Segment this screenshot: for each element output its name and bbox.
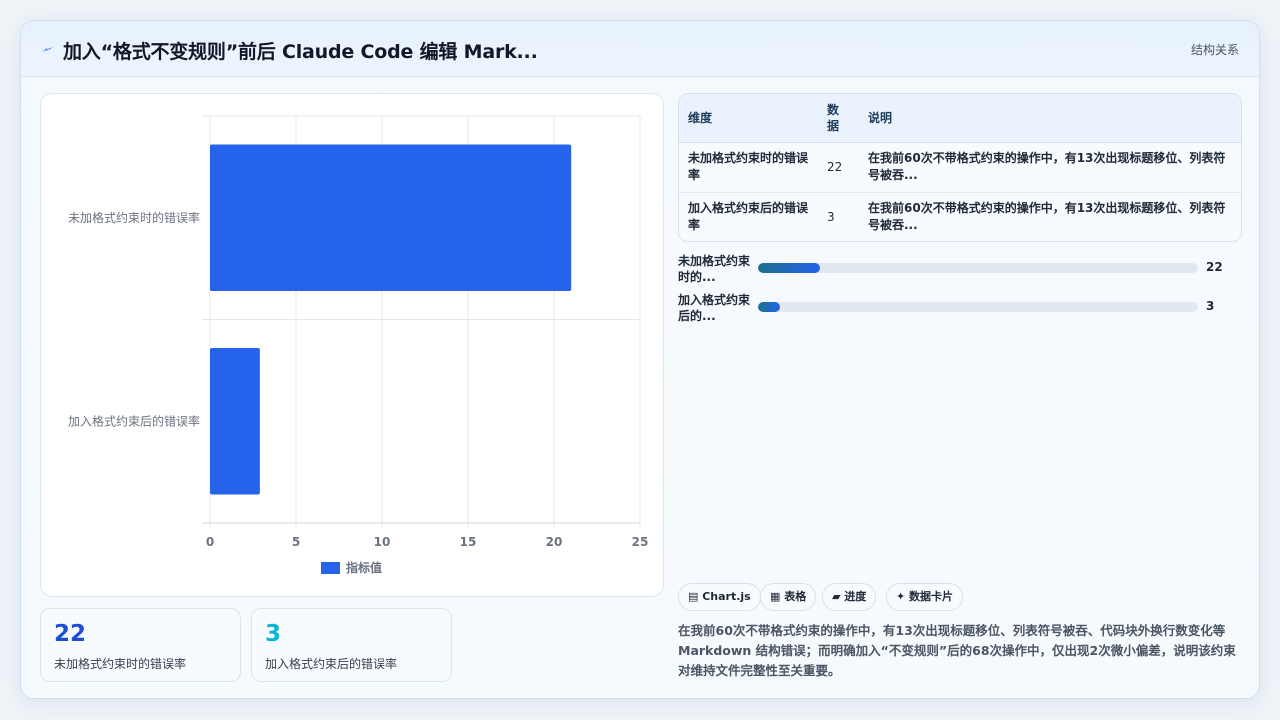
summary-text: 在我前60次不带格式约束的操作中，有13次出现标题移位、列表符号被吞、代码块外换… <box>678 623 1236 678</box>
stat-value: 22 <box>54 621 87 647</box>
cell-data: 3 <box>827 209 835 224</box>
page-title: 加入“格式不变规则”前后 Claude Code 编辑 Mark... <box>63 41 538 63</box>
x-tick-label: 20 <box>546 535 563 549</box>
chip-chartjs[interactable]: ▤ Chart.js <box>678 583 761 611</box>
y-category-label: 未加格式约束时的错误率 <box>68 210 200 225</box>
col-header-data: 数据 <box>818 94 859 143</box>
stat-label: 加入格式约束后的错误率 <box>265 657 398 671</box>
progress-track <box>758 302 1198 312</box>
bar <box>210 144 572 292</box>
cell-data: 22 <box>818 142 859 193</box>
x-tick-label: 5 <box>292 535 300 549</box>
dashboard-card: 加入“格式不变规则”前后 Claude Code 编辑 Mark... 结构关系… <box>20 20 1260 699</box>
table-row: 未加格式约束时的错误率 22 在我前60次不带格式约束的操作中，有13次出现标题… <box>679 142 1241 193</box>
progress-row-before: 未加格式约束时的... 22 <box>678 253 1248 287</box>
stat-card-after: 3 加入格式约束后的错误率 <box>251 608 452 682</box>
progress-label: 加入格式约束后的... <box>678 293 751 323</box>
legend-label: 指标值 <box>346 560 382 575</box>
progress-fill <box>758 302 780 312</box>
table-header-row: 维度 数据 说明 <box>679 94 1241 143</box>
stat-label: 未加格式约束时的错误率 <box>54 657 187 671</box>
col-header-dimension: 维度 <box>679 94 818 143</box>
table-row: 加入格式约束后的错误率 3 在我前60次不带格式约束的操作中，有13次出现标题移… <box>679 192 1241 241</box>
x-tick-label: 10 <box>374 535 391 549</box>
stat-card-before: 22 未加格式约束时的错误率 <box>40 608 241 682</box>
data-table: 维度 数据 说明 未加格式约束时的错误率 22 在我前60次不带格式约束的操作中… <box>678 93 1242 242</box>
progress-row-after: 加入格式约束后的... 3 <box>678 292 1248 326</box>
relation-tag[interactable]: 结构关系 <box>1191 41 1239 58</box>
legend-swatch <box>321 562 340 574</box>
bar <box>210 347 260 495</box>
progress-fill <box>758 263 820 273</box>
x-tick-label: 25 <box>632 535 649 549</box>
x-tick-label: 0 <box>206 535 214 549</box>
cell-dimension: 加入格式约束后的错误率 <box>688 201 809 233</box>
progress-value: 22 <box>1206 260 1223 274</box>
progress-value: 3 <box>1206 299 1215 313</box>
chip-table[interactable]: ▦ 表格 <box>760 583 817 611</box>
progress-label: 未加格式约束时的... <box>678 254 751 284</box>
cell-dimension: 未加格式约束时的错误率 <box>679 142 818 193</box>
chip-progress[interactable]: ▰ 进度 <box>822 583 877 611</box>
header: 加入“格式不变规则”前后 Claude Code 编辑 Mark... 结构关系 <box>21 21 1259 77</box>
cell-description: 在我前60次不带格式约束的操作中，有13次出现标题移位、列表符号被吞... <box>859 142 1241 193</box>
spark-icon <box>42 46 54 52</box>
x-tick-label: 15 <box>460 535 477 549</box>
bar-chart: 0 5 10 15 20 25 未加格式约束时的错误率加入格式约束后的错误率指标值 <box>68 115 649 575</box>
y-category-label: 加入格式约束后的错误率 <box>68 413 200 428</box>
col-header-description: 说明 <box>859 94 1241 143</box>
bar-chart-panel: 0 5 10 15 20 25 未加格式约束时的错误率 加入格式约束后的错误率指标值 <box>40 93 664 597</box>
stat-value: 3 <box>265 621 282 647</box>
cell-description: 在我前60次不带格式约束的操作中，有13次出现标题移位、列表符号被吞... <box>868 201 1226 233</box>
progress-track <box>758 263 1198 273</box>
chip-data-card[interactable]: ✦ 数据卡片 <box>886 583 964 611</box>
